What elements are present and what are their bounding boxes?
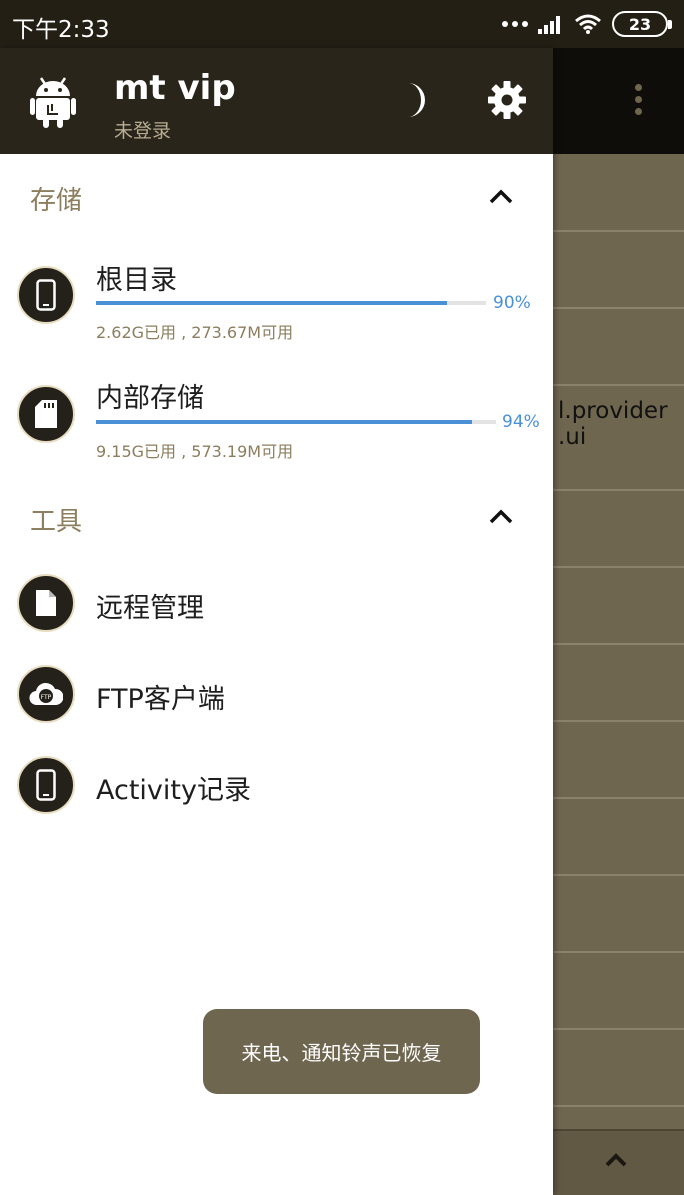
background-file-list[interactable] (553, 154, 684, 1129)
drawer-header: mt vip 未登录 (0, 48, 553, 154)
tool-label: 远程管理 (96, 593, 204, 624)
phone-icon (17, 756, 75, 814)
tool-label: FTP客户端 (96, 684, 225, 715)
battery-level: 23 (628, 14, 652, 34)
toast-text: 来电、通知铃声已恢复 (241, 1041, 442, 1065)
background-toolbar (553, 48, 684, 154)
phone-icon (17, 266, 75, 324)
storage-section-title: 存储 (30, 186, 83, 216)
storage-detail: 9.15G已用 , 573.19M可用 (96, 442, 294, 461)
ftp-cloud-icon: FTP (17, 665, 75, 723)
toast-message: 来电、通知铃声已恢复 (203, 1009, 480, 1094)
storage-name: 内部存储 (96, 383, 204, 414)
account-title[interactable]: mt vip (114, 68, 236, 108)
storage-name: 根目录 (96, 265, 177, 296)
storage-percent: 94% (502, 412, 540, 432)
status-icons: 23 (502, 10, 672, 38)
battery-icon: 23 (612, 11, 672, 37)
tools-section-title: 工具 (30, 507, 83, 537)
background-list-text: l.provider .ui (558, 398, 668, 450)
storage-detail: 2.62G已用 , 273.67M可用 (96, 323, 294, 342)
signal-icon (538, 16, 560, 34)
collapse-tools-chevron-up-icon[interactable] (488, 507, 514, 525)
chevron-up-icon[interactable] (604, 1152, 628, 1168)
storage-progress (96, 301, 486, 305)
svg-text:FTP: FTP (41, 694, 52, 701)
night-mode-icon[interactable] (400, 81, 434, 119)
settings-gear-icon[interactable] (487, 80, 527, 120)
android-icon (30, 77, 76, 128)
status-bar: 下午2:33 23 (0, 0, 684, 48)
login-status[interactable]: 未登录 (114, 116, 171, 143)
storage-progress-fill (96, 420, 472, 424)
storage-percent: 90% (493, 293, 531, 313)
overflow-menu-icon[interactable] (627, 84, 649, 120)
file-icon (17, 574, 75, 632)
collapse-storage-chevron-up-icon[interactable] (488, 187, 514, 205)
status-time: 下午2:33 (12, 17, 110, 43)
tool-label: Activity记录 (96, 775, 251, 806)
storage-progress (96, 420, 496, 424)
sd-card-icon (17, 385, 75, 443)
more-notifications-icon (502, 21, 528, 27)
wifi-icon (575, 14, 601, 34)
storage-progress-fill (96, 301, 447, 305)
